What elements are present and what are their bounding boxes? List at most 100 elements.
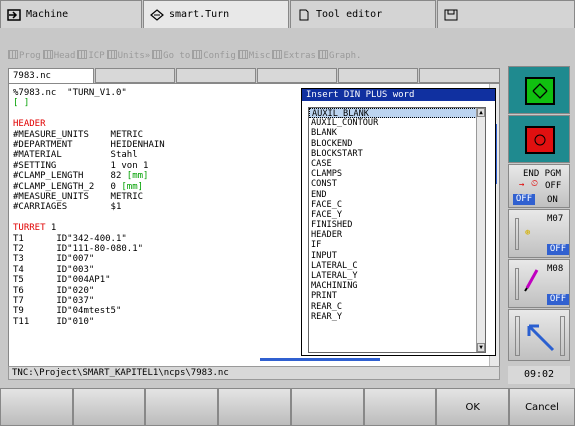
din-word-items: AUXIL_BLANK AUXIL_CONTOUR BLANK BLOCKEND BLO…: [309, 108, 485, 322]
arrow-into-box-icon: [7, 8, 21, 21]
m08-state: OFF: [547, 294, 569, 305]
din-word-list[interactable]: AUXIL_BLANK AUXIL_CONTOUR BLANK BLOCKEND BLO…: [308, 107, 486, 353]
din-word-item[interactable]: BLANK: [309, 128, 485, 138]
code-line[interactable]: TURRET 1: [13, 223, 56, 233]
code-line[interactable]: #MEASURE_UNITS METRIC: [13, 192, 143, 202]
softkey-2[interactable]: [72, 388, 146, 426]
din-word-item[interactable]: LATERAL_Y: [309, 271, 485, 281]
tab-machine[interactable]: Machine: [0, 0, 142, 28]
mode-red-icon: [525, 126, 555, 154]
code-line[interactable]: [ ]: [13, 98, 29, 108]
code-line[interactable]: T5 ID"004AP1": [13, 275, 111, 285]
din-word-item[interactable]: AUXIL_CONTOUR: [309, 118, 485, 128]
code-line[interactable]: HEADER: [13, 119, 46, 129]
tab-tool-editor[interactable]: Tool editor: [290, 0, 436, 28]
menu-graph[interactable]: Graph.: [317, 50, 361, 64]
din-word-item[interactable]: FACE_C: [309, 200, 485, 210]
grid-icon: [317, 50, 328, 59]
slider-override-button[interactable]: [508, 309, 570, 361]
stop-mode-button[interactable]: [508, 115, 570, 163]
document-icon: [297, 9, 311, 21]
tab-smart-turn[interactable]: smart.Turn: [143, 0, 289, 28]
softkey-5[interactable]: [290, 388, 364, 426]
softkey-6[interactable]: [363, 388, 437, 426]
end-pgm-button[interactable]: END PGM → ⏲ OFF OFF ON: [508, 164, 570, 208]
din-word-item[interactable]: END: [309, 190, 485, 200]
din-word-item[interactable]: IF: [309, 240, 485, 250]
code-line[interactable]: %7983.nc "TURN_V1.0": [13, 88, 127, 98]
code-line[interactable]: #MEASURE_UNITS METRIC: [13, 130, 143, 140]
code-line[interactable]: #MATERIAL Stahl: [13, 150, 138, 160]
code-line[interactable]: T2 ID"111-80-080.1": [13, 244, 143, 254]
softkey-1[interactable]: [0, 388, 73, 426]
menu-config[interactable]: Config: [192, 50, 236, 64]
code-line[interactable]: T1 ID"342-400.1": [13, 234, 127, 244]
doc-tab-empty-3[interactable]: [257, 68, 337, 83]
code-line[interactable]: #CLAMP_LENGTH 82 [mm]: [13, 171, 148, 181]
code-line[interactable]: T11 ID"010": [13, 317, 94, 327]
code-line[interactable]: #SETTING 1 von 1: [13, 161, 148, 171]
menu-units[interactable]: Units»: [106, 50, 150, 64]
menu-head[interactable]: Head: [42, 50, 75, 64]
off-toggle[interactable]: OFF: [513, 194, 535, 205]
cancel-button[interactable]: Cancel: [509, 388, 575, 426]
code-line[interactable]: #CARRIAGES $1: [13, 202, 121, 212]
din-word-item[interactable]: CASE: [309, 159, 485, 169]
code-line[interactable]: T7 ID"037": [13, 296, 94, 306]
right-scale-icon: [560, 316, 565, 356]
machine-mode-button[interactable]: [508, 66, 570, 114]
menu-extras[interactable]: Extras: [272, 50, 316, 64]
din-word-item[interactable]: CLAMPS: [309, 169, 485, 179]
left-scale-icon: [515, 316, 520, 356]
doc-tab-empty-5[interactable]: [419, 68, 500, 83]
grid-icon: [106, 50, 117, 59]
din-word-item[interactable]: MACHINING: [309, 281, 485, 291]
scroll-down-icon[interactable]: ▼: [477, 343, 485, 352]
din-word-item[interactable]: CONST: [309, 179, 485, 189]
din-word-item[interactable]: PRINT: [309, 291, 485, 301]
scroll-up-icon[interactable]: ▲: [477, 108, 485, 117]
m08-coolant-button[interactable]: M08 OFF: [508, 259, 570, 308]
ok-button[interactable]: OK: [436, 388, 510, 426]
grid-icon: [42, 50, 53, 59]
code-line[interactable]: T6 ID"020": [13, 286, 94, 296]
din-word-item[interactable]: INPUT: [309, 251, 485, 261]
din-word-item[interactable]: FINISHED: [309, 220, 485, 230]
din-word-item[interactable]: REAR_C: [309, 302, 485, 312]
code-line[interactable]: T9 ID"04mtest5": [13, 306, 121, 316]
softkey-3[interactable]: [145, 388, 219, 426]
list-scrollbar[interactable]: ▲ ▼: [476, 108, 485, 352]
doc-tab-empty-2[interactable]: [176, 68, 256, 83]
din-word-item[interactable]: REAR_Y: [309, 312, 485, 322]
on-toggle[interactable]: ON: [547, 195, 558, 205]
din-word-item[interactable]: HEADER: [309, 230, 485, 240]
menu-misc[interactable]: Misc: [237, 50, 270, 64]
grid-icon: [8, 50, 18, 59]
din-word-item[interactable]: BLOCKEND: [309, 139, 485, 149]
clock-icon: ⏲: [531, 179, 539, 189]
tab-smart-turn-label: smart.Turn: [169, 9, 230, 20]
softkey-bar: OK Cancel: [0, 388, 575, 426]
arrow-right-icon: →: [519, 180, 525, 190]
menu-go-to[interactable]: Go to: [152, 50, 190, 64]
doc-tab-7983[interactable]: 7983.nc: [8, 68, 94, 83]
code-line[interactable]: #CLAMP_LENGTH_2 0 [mm]: [13, 182, 143, 192]
din-word-item[interactable]: LATERAL_C: [309, 261, 485, 271]
softkey-4[interactable]: [218, 388, 291, 426]
din-word-item[interactable]: FACE_Y: [309, 210, 485, 220]
din-word-item[interactable]: BLOCKSTART: [309, 149, 485, 159]
code-line[interactable]: #DEPARTMENT HEIDENHAIN: [13, 140, 165, 150]
mode-green-icon: [525, 77, 555, 105]
pen-icon: [524, 269, 539, 292]
menu-icp[interactable]: ICP: [77, 50, 105, 64]
doc-tab-empty-4[interactable]: [338, 68, 418, 83]
din-word-item[interactable]: AUXIL_BLANK: [309, 108, 485, 119]
code-line[interactable]: T3 ID"007": [13, 254, 94, 264]
m07-coolant-button[interactable]: M07 ⊛ OFF: [508, 209, 570, 258]
code-line[interactable]: T4 ID"003": [13, 265, 94, 275]
tab-save[interactable]: [437, 0, 575, 28]
spindle-icon: [515, 218, 519, 250]
menu-prog[interactable]: Prog: [8, 50, 41, 64]
doc-tab-empty-1[interactable]: [95, 68, 175, 83]
end-pgm-label: END PGM: [523, 169, 561, 179]
